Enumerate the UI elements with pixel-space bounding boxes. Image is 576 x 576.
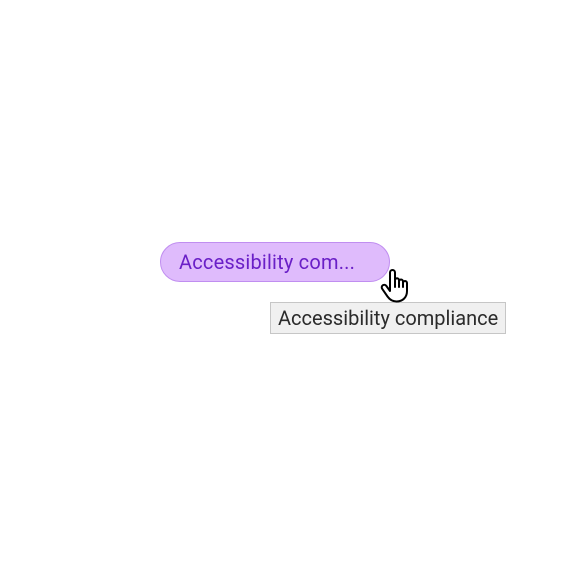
- tag-pill[interactable]: Accessibility com...: [160, 242, 390, 282]
- tag-label: Accessibility com...: [179, 250, 371, 274]
- tooltip: Accessibility compliance: [270, 302, 506, 334]
- canvas: Accessibility com... Accessibility compl…: [0, 0, 576, 576]
